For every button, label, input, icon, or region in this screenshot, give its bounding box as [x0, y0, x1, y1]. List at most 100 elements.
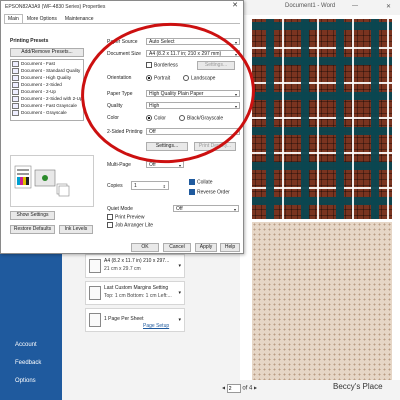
tab-main[interactable]: Main	[4, 14, 23, 23]
ink-levels-button[interactable]: Ink Levels	[59, 225, 93, 234]
copies-label: Copies	[107, 183, 123, 189]
restore-defaults-button[interactable]: Restore Defaults	[10, 225, 55, 234]
borderless-settings-button[interactable]: Settings...	[197, 61, 235, 70]
bw-option-label: Black/Grayscale	[187, 115, 224, 122]
paper-source-select[interactable]: Auto Select ▾	[146, 38, 240, 45]
setting-line1: A4 (8.2 x 11.7 in) 210 x 297...	[104, 258, 170, 264]
black-grayscale-radio[interactable]: Black/Grayscale	[179, 115, 223, 121]
close-window-icon[interactable]: ✕	[386, 3, 391, 10]
watermark-text: Beccy's Place	[333, 382, 383, 391]
chevron-down-icon: ▾	[234, 40, 237, 45]
preset-label: Document - 2-Sided	[21, 82, 62, 87]
menu-item-options[interactable]: Options	[0, 372, 62, 390]
paper-type-select[interactable]: High Quality Plain Paper ▾	[146, 90, 240, 97]
minimize-icon[interactable]: —	[352, 3, 358, 9]
list-item[interactable]: Document - High Quality	[11, 74, 83, 81]
collate-label: Collate	[197, 179, 213, 186]
list-item[interactable]: Document - Grayscale	[11, 109, 83, 116]
quiet-mode-label: Quiet Mode	[107, 206, 133, 212]
preset-icon	[12, 109, 19, 116]
tab-maintenance[interactable]: Maintenance	[61, 14, 98, 23]
show-settings-button[interactable]: Show Settings	[10, 211, 55, 220]
list-item[interactable]: Document - 2-Sided with 2-Up	[11, 95, 83, 102]
checkbox-icon	[107, 214, 113, 220]
borderless-checkbox[interactable]: Borderless	[146, 62, 178, 68]
preset-icon	[12, 102, 19, 109]
chevron-down-icon: ▾	[178, 163, 181, 168]
printing-presets-label: Printing Presets	[10, 38, 49, 44]
chevron-down-icon: ▾	[178, 263, 181, 269]
paper-size-setting[interactable]: A4 (8.2 x 11.7 in) 210 x 297... 21 cm x …	[85, 254, 185, 278]
job-arranger-checkbox[interactable]: Job Arranger Lite	[107, 222, 153, 228]
menu-item-feedback[interactable]: Feedback	[0, 354, 62, 372]
two-sided-label: 2-Sided Printing	[107, 129, 143, 135]
list-item[interactable]: Document - 2-Sided	[11, 81, 83, 88]
presets-list[interactable]: Document - Fast Document - Standard Qual…	[10, 59, 84, 121]
close-icon[interactable]: ✕	[229, 1, 241, 11]
landscape-label: Landscape	[191, 75, 216, 82]
landscape-radio[interactable]: Landscape	[183, 75, 215, 81]
radio-icon	[179, 115, 185, 121]
color-radio[interactable]: Color	[146, 115, 166, 121]
list-item[interactable]: Document - Fast Grayscale	[11, 102, 83, 109]
tab-more-options[interactable]: More Options	[23, 14, 61, 23]
preset-icon	[12, 88, 19, 95]
setting-line1: Last Custom Margins Setting	[104, 285, 169, 291]
radio-icon	[146, 115, 152, 121]
cancel-button[interactable]: Cancel	[163, 243, 191, 252]
prev-page-icon[interactable]: ◂	[222, 386, 225, 392]
print-preview-checkbox[interactable]: Print Preview	[107, 214, 144, 220]
job-arranger-label: Job Arranger Lite	[115, 222, 154, 229]
preview-page-dotted	[252, 222, 392, 380]
select-value: Auto Select	[149, 39, 175, 45]
two-sided-settings-button[interactable]: Settings...	[146, 142, 188, 151]
select-value: Off	[176, 206, 183, 212]
two-sided-select[interactable]: Off ▾	[146, 128, 240, 135]
setting-line2: 21 cm x 29.7 cm	[104, 266, 141, 272]
document-size-select[interactable]: A4 (8.2 x 11.7 in; 210 x 297 mm) ▾	[146, 50, 240, 57]
select-value: A4 (8.2 x 11.7 in; 210 x 297 mm)	[149, 51, 222, 57]
print-preview-label: Print Preview	[115, 214, 145, 221]
reverse-order-label: Reverse Order	[197, 189, 230, 196]
stepper-arrows-icon[interactable]: ⇕	[163, 182, 166, 191]
preset-label: Document - 2-Sided with 2-Up	[21, 96, 83, 101]
list-item[interactable]: Document - Fast	[11, 60, 83, 67]
reverse-order-checkbox[interactable]: Reverse Order	[189, 189, 230, 195]
copies-stepper[interactable]: 1 ⇕	[131, 181, 169, 190]
preset-label: Document - Standard Quality	[21, 68, 81, 73]
page-number-input[interactable]	[226, 384, 241, 393]
dialog-tabs: Main More Options Maintenance	[4, 14, 98, 23]
multi-page-select[interactable]: Off ▾	[146, 161, 184, 168]
apply-button[interactable]: Apply	[195, 243, 217, 252]
portrait-label: Portrait	[154, 75, 171, 82]
multi-page-label: Multi-Page	[107, 162, 131, 168]
add-remove-presets-button[interactable]: Add/Remove Presets...	[10, 48, 84, 57]
preset-label: Document - Grayscale	[21, 110, 67, 115]
printer-properties-dialog: EPSON82A3A9 (WF-4830 Series) Properties …	[0, 0, 260, 254]
preview-page-plaid	[252, 19, 392, 219]
ok-button[interactable]: OK	[131, 243, 159, 252]
print-density-button[interactable]: Print Density...	[194, 142, 236, 151]
select-value: High	[149, 103, 160, 109]
quiet-mode-select[interactable]: Off ▾	[173, 205, 239, 212]
copies-value: 1	[134, 183, 137, 189]
preset-icon	[12, 60, 19, 67]
select-value: Off	[149, 129, 156, 135]
preset-label: Document - Fast	[21, 61, 55, 66]
next-page-icon[interactable]: ▸	[254, 386, 257, 392]
page-setup-link[interactable]: Page Setup	[143, 323, 169, 329]
list-item[interactable]: Document - 2-Up	[11, 88, 83, 95]
collate-checkbox[interactable]: Collate	[189, 179, 213, 185]
page-navigator: ◂ of 4 ▸	[222, 384, 257, 393]
pages-per-sheet-setting[interactable]: 1 Page Per Sheet ▾	[85, 308, 185, 332]
help-button[interactable]: Help	[220, 243, 240, 252]
document-size-label: Document Size	[107, 51, 141, 57]
quality-select[interactable]: High ▾	[146, 102, 240, 109]
portrait-radio[interactable]: Portrait	[146, 75, 170, 81]
menu-item-account[interactable]: Account	[0, 336, 62, 354]
chevron-down-icon: ▾	[178, 290, 181, 296]
chevron-down-icon: ▾	[234, 104, 237, 109]
preset-label: Document - Fast Grayscale	[21, 103, 77, 108]
list-item[interactable]: Document - Standard Quality	[11, 67, 83, 74]
margins-setting[interactable]: Last Custom Margins Setting Top: 1 cm Bo…	[85, 281, 185, 305]
